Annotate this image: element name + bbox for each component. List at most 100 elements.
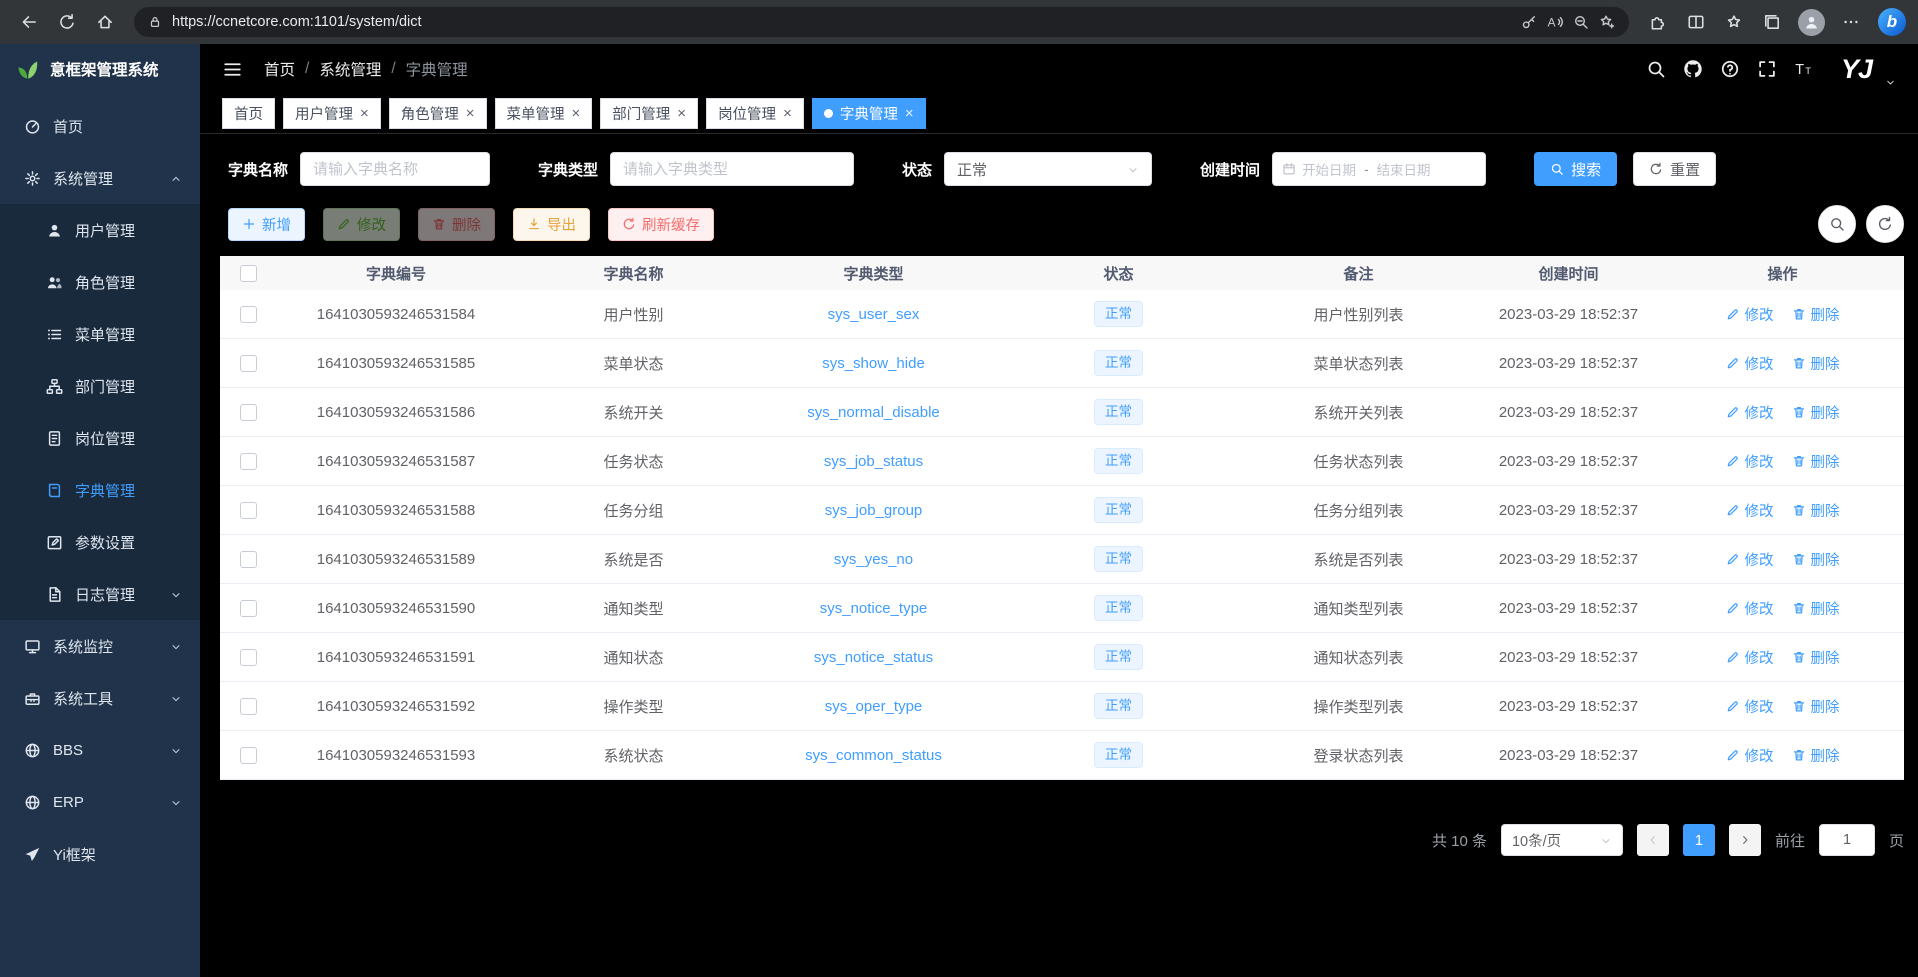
next-page-button[interactable] [1729,824,1761,856]
sidebar-item-日志管理[interactable]: 日志管理 [0,568,200,620]
delete-button[interactable]: 删除 [418,208,495,241]
close-tab-icon[interactable]: × [677,106,686,121]
sidebar-item-BBS[interactable]: BBS [0,724,200,776]
address-bar[interactable]: https://ccnetcore.com:1101/system/dict A [134,7,1629,37]
sidebar-item-部门管理[interactable]: 部门管理 [0,360,200,412]
close-tab-icon[interactable]: × [360,106,369,121]
edit-link[interactable]: 修改 [1726,353,1774,374]
collections-icon[interactable] [1755,5,1789,39]
edit-link[interactable]: 修改 [1726,500,1774,521]
dict-type-link[interactable]: sys_common_status [805,747,942,764]
delete-link[interactable]: 删除 [1792,647,1840,668]
refresh-table-icon[interactable] [1866,205,1904,243]
delete-link[interactable]: 删除 [1792,500,1840,521]
tab-部门管理[interactable]: 部门管理 × [600,98,698,129]
dict-type-link[interactable]: sys_normal_disable [807,404,940,421]
delete-link[interactable]: 删除 [1792,598,1840,619]
row-checkbox[interactable] [240,453,257,470]
browser-home-icon[interactable] [88,5,122,39]
page-size-select[interactable]: 10条/页 [1501,824,1623,856]
delete-link[interactable]: 删除 [1792,402,1840,423]
dict-type-link[interactable]: sys_job_group [825,502,923,519]
split-screen-icon[interactable] [1679,5,1713,39]
saved-password-key-icon[interactable] [1521,14,1537,30]
sidebar-item-ERP[interactable]: ERP [0,776,200,828]
tab-字典管理[interactable]: 字典管理 × [812,98,926,129]
row-checkbox[interactable] [240,404,257,421]
add-favorite-icon[interactable] [1599,14,1615,30]
sidebar-item-菜单管理[interactable]: 菜单管理 [0,308,200,360]
row-checkbox[interactable] [240,698,257,715]
status-select[interactable]: 正常 [944,152,1152,186]
delete-link[interactable]: 删除 [1792,451,1840,472]
edit-link[interactable]: 修改 [1726,696,1774,717]
header-search-icon[interactable] [1646,59,1666,79]
sidebar-item-字典管理[interactable]: 字典管理 [0,464,200,516]
sidebar-item-参数设置[interactable]: 参数设置 [0,516,200,568]
delete-link[interactable]: 删除 [1792,353,1840,374]
prev-page-button[interactable] [1637,824,1669,856]
chevron-down-icon[interactable] [1885,75,1896,86]
collapse-sidebar-icon[interactable] [222,59,243,80]
delete-link[interactable]: 删除 [1792,745,1840,766]
user-logo[interactable]: YJ [1841,54,1872,85]
tab-用户管理[interactable]: 用户管理 × [283,98,381,129]
sidebar-item-系统工具[interactable]: 系统工具 [0,672,200,724]
select-all-checkbox[interactable] [240,265,257,282]
edit-link[interactable]: 修改 [1726,598,1774,619]
refresh-page-icon[interactable] [50,5,84,39]
search-button[interactable]: 搜索 [1534,152,1617,186]
back-icon[interactable] [12,5,46,39]
delete-link[interactable]: 删除 [1792,696,1840,717]
tab-角色管理[interactable]: 角色管理 × [389,98,487,129]
edit-link[interactable]: 修改 [1726,549,1774,570]
date-range-picker[interactable]: 开始日期 - 结束日期 [1272,152,1486,186]
add-button[interactable]: 新增 [228,208,305,241]
breadcrumb-item-首页[interactable]: 首页 [264,58,295,80]
close-tab-icon[interactable]: × [905,106,914,121]
help-icon[interactable] [1720,59,1740,79]
delete-link[interactable]: 删除 [1792,549,1840,570]
edit-link[interactable]: 修改 [1726,745,1774,766]
extensions-icon[interactable] [1641,5,1675,39]
dict-type-link[interactable]: sys_notice_type [820,600,928,617]
edit-link[interactable]: 修改 [1726,451,1774,472]
row-checkbox[interactable] [240,747,257,764]
sidebar-item-系统监控[interactable]: 系统监控 [0,620,200,672]
close-tab-icon[interactable]: × [572,106,581,121]
dict-type-link[interactable]: sys_user_sex [828,306,920,323]
sidebar-item-用户管理[interactable]: 用户管理 [0,204,200,256]
edit-button[interactable]: 修改 [323,208,400,241]
tab-岗位管理[interactable]: 岗位管理 × [706,98,804,129]
breadcrumb-item-系统管理[interactable]: 系统管理 [319,58,381,80]
sidebar-item-Yi框架[interactable]: Yi框架 [0,828,200,880]
start-date-placeholder[interactable]: 开始日期 [1302,159,1356,179]
favorites-icon[interactable] [1717,5,1751,39]
end-date-placeholder[interactable]: 结束日期 [1377,159,1431,179]
sidebar-item-岗位管理[interactable]: 岗位管理 [0,412,200,464]
delete-link[interactable]: 删除 [1792,304,1840,325]
edit-link[interactable]: 修改 [1726,304,1774,325]
row-checkbox[interactable] [240,306,257,323]
close-tab-icon[interactable]: × [466,106,475,121]
read-aloud-icon[interactable]: A [1547,14,1563,30]
row-checkbox[interactable] [240,355,257,372]
toggle-search-icon[interactable] [1818,205,1856,243]
github-icon[interactable] [1683,59,1703,79]
dict-type-input[interactable] [610,152,854,186]
browser-menu-icon[interactable] [1834,5,1868,39]
close-tab-icon[interactable]: × [783,106,792,121]
dict-name-input[interactable] [300,152,490,186]
edit-link[interactable]: 修改 [1726,402,1774,423]
row-checkbox[interactable] [240,502,257,519]
dict-type-link[interactable]: sys_show_hide [822,355,925,372]
dict-type-link[interactable]: sys_yes_no [834,551,913,568]
font-size-icon[interactable]: TT [1794,59,1814,79]
zoom-out-icon[interactable] [1573,14,1589,30]
page-1-button[interactable]: 1 [1683,824,1715,856]
row-checkbox[interactable] [240,649,257,666]
bing-chat-icon[interactable]: b [1878,8,1906,36]
export-button[interactable]: 导出 [513,208,590,241]
goto-page-input[interactable] [1819,824,1875,856]
profile-avatar[interactable] [1798,9,1825,36]
